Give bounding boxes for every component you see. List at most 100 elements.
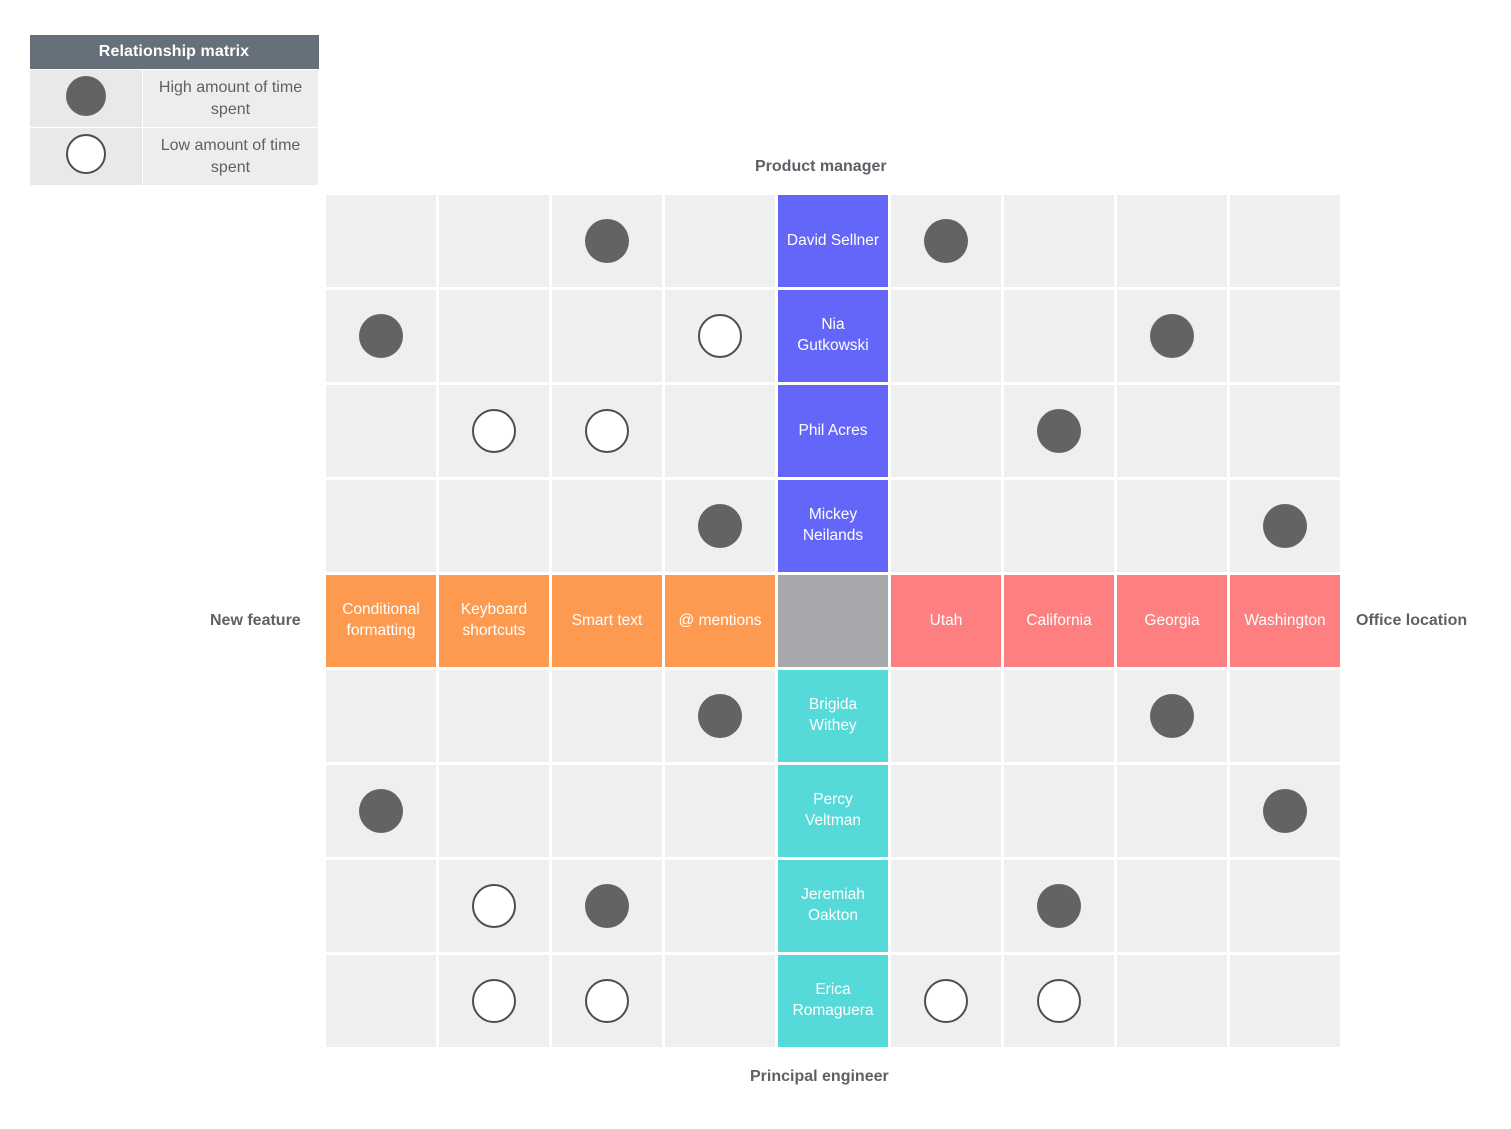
matrix-cell[interactable] <box>665 860 775 952</box>
legend-label-high: High amount of time spent <box>143 70 319 128</box>
matrix-cell[interactable] <box>552 480 662 572</box>
matrix-cell[interactable] <box>1230 480 1340 572</box>
matrix-cell[interactable] <box>439 480 549 572</box>
legend-row-high: High amount of time spent <box>30 70 319 128</box>
matrix-cell[interactable] <box>1004 290 1114 382</box>
matrix-cell[interactable] <box>439 765 549 857</box>
matrix-cell[interactable] <box>1004 480 1114 572</box>
row-header-new-feature[interactable]: @ mentions <box>665 575 775 667</box>
matrix-cell[interactable] <box>439 290 549 382</box>
open-circle-icon <box>924 979 968 1023</box>
matrix-cell[interactable] <box>1230 385 1340 477</box>
matrix-cell[interactable] <box>326 385 436 477</box>
row-header-new-feature[interactable]: Keyboard shortcuts <box>439 575 549 667</box>
column-header-product-manager[interactable]: Mickey Neilands <box>778 480 888 572</box>
matrix-cell[interactable] <box>665 290 775 382</box>
matrix-cell[interactable] <box>552 765 662 857</box>
axis-label-top: Product manager <box>755 158 887 176</box>
matrix-cell[interactable] <box>1230 670 1340 762</box>
matrix-cell[interactable] <box>1004 955 1114 1047</box>
matrix-cell[interactable] <box>326 765 436 857</box>
matrix-cell[interactable] <box>1004 385 1114 477</box>
matrix-cell[interactable] <box>891 480 1001 572</box>
column-header-product-manager[interactable]: Nia Gutkowski <box>778 290 888 382</box>
open-circle-icon <box>66 134 106 174</box>
row-header-new-feature[interactable]: Conditional formatting <box>326 575 436 667</box>
open-circle-icon <box>472 409 516 453</box>
matrix-cell[interactable] <box>326 860 436 952</box>
matrix-cell[interactable] <box>891 385 1001 477</box>
matrix-cell[interactable] <box>665 195 775 287</box>
matrix-cell[interactable] <box>665 765 775 857</box>
relationship-matrix: David SellnerNia GutkowskiPhil AcresMick… <box>326 195 1340 1047</box>
matrix-cell[interactable] <box>439 955 549 1047</box>
matrix-cell[interactable] <box>439 385 549 477</box>
matrix-cell[interactable] <box>439 860 549 952</box>
matrix-cell[interactable] <box>552 195 662 287</box>
matrix-center-cell <box>778 575 888 667</box>
matrix-cell[interactable] <box>552 385 662 477</box>
legend-swatch-high <box>30 70 143 128</box>
matrix-cell[interactable] <box>891 765 1001 857</box>
matrix-cell[interactable] <box>1117 290 1227 382</box>
matrix-cell[interactable] <box>665 670 775 762</box>
open-circle-icon <box>585 409 629 453</box>
filled-circle-icon <box>698 504 742 548</box>
matrix-cell[interactable] <box>891 290 1001 382</box>
matrix-cell[interactable] <box>665 480 775 572</box>
matrix-cell[interactable] <box>439 670 549 762</box>
matrix-cell[interactable] <box>891 860 1001 952</box>
matrix-cell[interactable] <box>1117 480 1227 572</box>
filled-circle-icon <box>924 219 968 263</box>
matrix-cell[interactable] <box>1117 195 1227 287</box>
matrix-cell[interactable] <box>326 670 436 762</box>
filled-circle-icon <box>1150 694 1194 738</box>
matrix-cell[interactable] <box>1004 670 1114 762</box>
column-header-product-manager[interactable]: Phil Acres <box>778 385 888 477</box>
column-header-product-manager[interactable]: David Sellner <box>778 195 888 287</box>
matrix-cell[interactable] <box>552 670 662 762</box>
matrix-cell[interactable] <box>665 385 775 477</box>
column-header-principal-engineer[interactable]: Brigida Withey <box>778 670 888 762</box>
matrix-cell[interactable] <box>1117 860 1227 952</box>
column-header-principal-engineer[interactable]: Percy Veltman <box>778 765 888 857</box>
matrix-cell[interactable] <box>552 860 662 952</box>
matrix-cell[interactable] <box>326 195 436 287</box>
column-header-principal-engineer[interactable]: Erica Romaguera <box>778 955 888 1047</box>
matrix-cell[interactable] <box>1117 385 1227 477</box>
matrix-cell[interactable] <box>1230 765 1340 857</box>
matrix-cell[interactable] <box>891 670 1001 762</box>
matrix-cell[interactable] <box>891 955 1001 1047</box>
matrix-cell[interactable] <box>1230 195 1340 287</box>
matrix-cell[interactable] <box>1117 955 1227 1047</box>
axis-label-right: Office location <box>1356 612 1467 630</box>
matrix-grid: David SellnerNia GutkowskiPhil AcresMick… <box>326 195 1340 1047</box>
row-header-office-location[interactable]: Washington <box>1230 575 1340 667</box>
axis-label-bottom: Principal engineer <box>750 1068 889 1086</box>
matrix-cell[interactable] <box>326 955 436 1047</box>
matrix-cell[interactable] <box>326 290 436 382</box>
matrix-cell[interactable] <box>1117 765 1227 857</box>
filled-circle-icon <box>1037 884 1081 928</box>
matrix-cell[interactable] <box>1230 860 1340 952</box>
matrix-cell[interactable] <box>1230 290 1340 382</box>
matrix-cell[interactable] <box>1117 670 1227 762</box>
legend-title: Relationship matrix <box>30 35 319 70</box>
row-header-office-location[interactable]: Utah <box>891 575 1001 667</box>
matrix-cell[interactable] <box>1004 195 1114 287</box>
matrix-cell[interactable] <box>552 955 662 1047</box>
column-header-principal-engineer[interactable]: Jeremiah Oakton <box>778 860 888 952</box>
matrix-cell[interactable] <box>1004 860 1114 952</box>
row-header-office-location[interactable]: Georgia <box>1117 575 1227 667</box>
row-header-new-feature[interactable]: Smart text <box>552 575 662 667</box>
matrix-cell[interactable] <box>326 480 436 572</box>
row-header-office-location[interactable]: California <box>1004 575 1114 667</box>
matrix-cell[interactable] <box>439 195 549 287</box>
matrix-cell[interactable] <box>665 955 775 1047</box>
matrix-cell[interactable] <box>891 195 1001 287</box>
matrix-cell[interactable] <box>1004 765 1114 857</box>
filled-circle-icon <box>698 694 742 738</box>
matrix-cell[interactable] <box>1230 955 1340 1047</box>
legend-title-row: Relationship matrix <box>30 35 319 70</box>
matrix-cell[interactable] <box>552 290 662 382</box>
